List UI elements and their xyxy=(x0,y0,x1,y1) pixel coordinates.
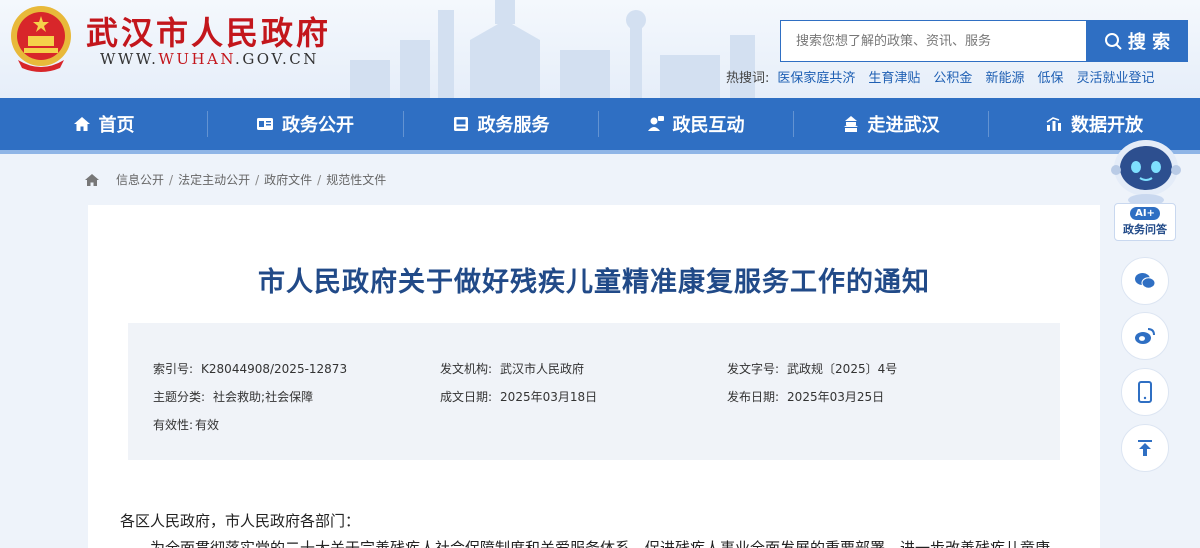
site-header: 武汉市人民政府 WWW.WUHAN.GOV.CN 搜 索 热搜词: 医保家庭共济… xyxy=(0,0,1200,98)
site-domain: WWW.WUHAN.GOV.CN xyxy=(100,50,319,68)
meta-label: 索引号: xyxy=(153,362,194,376)
domain-highlight: WUHAN xyxy=(158,50,236,68)
nav-label: 政务服务 xyxy=(477,115,550,136)
nav-item-about-wuhan[interactable]: 走进武汉 xyxy=(793,98,988,150)
breadcrumb-separator: / xyxy=(317,172,322,187)
breadcrumb-link[interactable]: 规范性文件 xyxy=(326,171,386,188)
search-box xyxy=(780,20,1086,62)
meta-doc-no: 发文字号: 武政规〔2025〕4号 xyxy=(727,360,897,377)
meta-validity: 有效性: 有效 xyxy=(153,416,219,433)
meta-created-date: 成文日期: 2025年03月18日 xyxy=(440,388,597,405)
data-icon xyxy=(1046,117,1061,131)
meta-value: 社会救助;社会保障 xyxy=(213,390,314,404)
hot-word-link[interactable]: 公积金 xyxy=(933,67,972,86)
document-metadata: 索引号: K28044908/2025-12873 发文机构: 武汉市人民政府 发文… xyxy=(128,323,1060,460)
weibo-icon xyxy=(1135,328,1155,344)
meta-label: 发布日期: xyxy=(727,390,780,404)
mobile-icon xyxy=(1138,381,1152,403)
nav-label: 政民互动 xyxy=(672,115,745,136)
ai-qa-button[interactable]: AI+ 政务问答 xyxy=(1114,203,1176,241)
domain-prefix: WWW. xyxy=(100,50,159,68)
meta-label: 发文字号: xyxy=(727,362,780,376)
national-emblem-logo xyxy=(11,6,71,72)
search-button-label: 搜 索 xyxy=(1127,32,1171,53)
breadcrumb-link[interactable]: 信息公开 xyxy=(116,171,164,188)
interaction-icon xyxy=(647,116,664,131)
breadcrumb-link[interactable]: 政府文件 xyxy=(264,171,312,188)
home-icon xyxy=(73,117,90,131)
wechat-button[interactable] xyxy=(1121,257,1169,305)
nav-item-home[interactable]: 首页 xyxy=(0,98,207,150)
search-icon xyxy=(1104,33,1122,50)
nav-item-services[interactable]: 政务服务 xyxy=(403,98,598,150)
search-button[interactable]: 搜 索 xyxy=(1086,20,1188,62)
meta-value: 2025年03月18日 xyxy=(500,390,598,404)
meta-value: K28044908/2025-12873 xyxy=(201,362,348,376)
nav-label: 首页 xyxy=(98,115,135,136)
site-title[interactable]: 武汉市人民政府 xyxy=(86,8,331,54)
hot-search-label: 热搜词: xyxy=(726,71,770,86)
meta-value: 武政规〔2025〕4号 xyxy=(787,362,898,376)
hot-word-link[interactable]: 医保家庭共济 xyxy=(777,67,855,86)
home-icon[interactable] xyxy=(84,173,100,187)
nav-label: 走进武汉 xyxy=(867,115,940,136)
ai-qa-label: 政务问答 xyxy=(1123,223,1167,236)
skyline-decoration xyxy=(350,0,755,98)
document-title: 市人民政府关于做好残疾儿童精准康复服务工作的通知 xyxy=(258,267,930,298)
search-input[interactable] xyxy=(781,21,1086,61)
back-to-top-icon xyxy=(1138,440,1152,456)
hot-search-words: 热搜词: 医保家庭共济 生育津贴 公积金 新能源 低保 灵活就业登记 xyxy=(726,67,1154,86)
breadcrumb: 信息公开 / 法定主动公开 / 政府文件 / 规范性文件 xyxy=(84,171,386,188)
meta-index-no: 索引号: K28044908/2025-12873 xyxy=(153,360,347,377)
meta-value: 有效 xyxy=(195,418,220,432)
service-icon xyxy=(453,117,468,131)
meta-issuer: 发文机构: 武汉市人民政府 xyxy=(440,360,584,377)
document-card: 市人民政府关于做好残疾儿童精准康复服务工作的通知 索引号: K28044908/2… xyxy=(88,205,1100,548)
back-to-top-button[interactable] xyxy=(1121,424,1169,472)
wechat-icon xyxy=(1135,273,1156,289)
hot-word-link[interactable]: 低保 xyxy=(1037,67,1063,86)
breadcrumb-link[interactable]: 法定主动公开 xyxy=(178,171,250,188)
city-icon xyxy=(843,116,858,132)
ai-badge: AI+ xyxy=(1130,207,1160,220)
meta-label: 发文机构: xyxy=(440,362,493,376)
meta-value: 武汉市人民政府 xyxy=(500,362,585,376)
nav-item-government-affairs[interactable]: 政务公开 xyxy=(207,98,403,150)
document-body-text: 为全面贯彻落实党的二十大关于完善残疾人社会保障制度和关爱服务体系、促进残疾人事业… xyxy=(150,539,1051,548)
mobile-button[interactable] xyxy=(1121,368,1169,416)
hot-word-link[interactable]: 生育津贴 xyxy=(868,67,920,86)
news-icon xyxy=(257,118,273,130)
meta-label: 成文日期: xyxy=(440,390,493,404)
meta-value: 2025年03月25日 xyxy=(787,390,885,404)
meta-published-date: 发布日期: 2025年03月25日 xyxy=(727,388,884,405)
domain-suffix: .GOV.CN xyxy=(235,50,319,68)
document-salutation: 各区人民政府，市人民政府各部门： xyxy=(120,512,361,530)
meta-category: 主题分类: 社会救助;社会保障 xyxy=(153,388,313,405)
meta-label: 主题分类: xyxy=(153,390,206,404)
main-nav: 首页 政务公开 政务服务 政民互动 走进武汉 数据开放 xyxy=(0,98,1200,154)
hot-word-link[interactable]: 灵活就业登记 xyxy=(1076,67,1154,86)
breadcrumb-separator: / xyxy=(169,172,174,187)
nav-label: 政务公开 xyxy=(282,115,354,136)
meta-label: 有效性: xyxy=(153,418,194,432)
nav-item-interaction[interactable]: 政民互动 xyxy=(598,98,793,150)
breadcrumb-separator: / xyxy=(255,172,260,187)
weibo-button[interactable] xyxy=(1121,312,1169,360)
hot-word-link[interactable]: 新能源 xyxy=(985,67,1024,86)
